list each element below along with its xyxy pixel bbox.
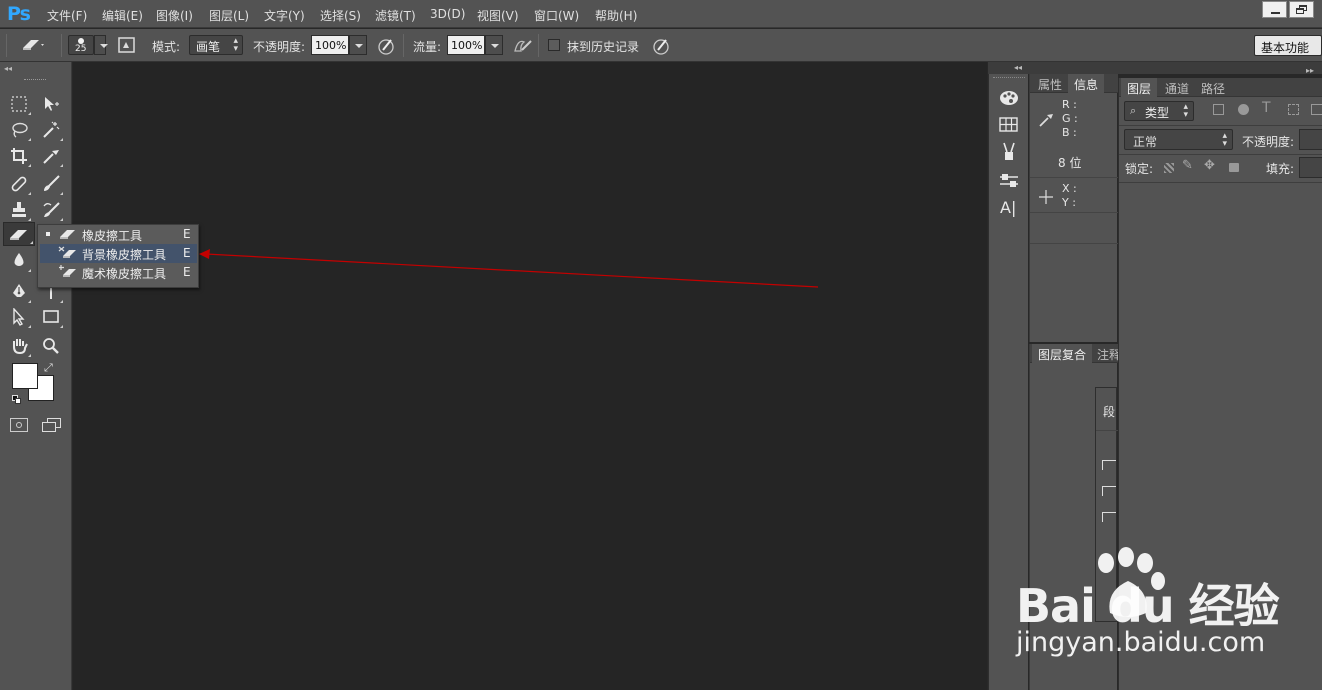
- lock-position-icon[interactable]: ✥: [1204, 158, 1215, 173]
- info-r: R :: [1062, 98, 1077, 111]
- info-bit-depth: 8 位: [1058, 156, 1082, 170]
- divider: [1030, 177, 1118, 178]
- space-before-icon[interactable]: [1102, 512, 1116, 522]
- divider: [1030, 212, 1118, 213]
- divider: [1119, 154, 1322, 155]
- fill-label: 填充:: [1266, 162, 1295, 176]
- filter-smart-object-icon[interactable]: [1311, 104, 1322, 115]
- adjustments-panel-icon[interactable]: [999, 172, 1019, 193]
- updown-arrows-icon: ▴ ▾: [1183, 102, 1188, 120]
- divider: [1119, 125, 1322, 126]
- character-panel-icon[interactable]: A|: [1000, 198, 1016, 217]
- tab-properties[interactable]: 属性: [1032, 74, 1068, 93]
- divider: [1030, 243, 1118, 244]
- tab-layer-comps[interactable]: 图层复合: [1032, 344, 1093, 363]
- indent-first-line-icon[interactable]: [1102, 486, 1116, 496]
- watermark-url: jingyan.baidu.com: [1016, 627, 1266, 658]
- panel-grip: [993, 77, 1025, 78]
- lock-pixels-icon[interactable]: ✎: [1182, 158, 1193, 173]
- updown-arrows-icon: ▴ ▾: [1222, 131, 1227, 149]
- swatches-panel-icon[interactable]: [999, 117, 1019, 136]
- tab-paths[interactable]: 路径: [1195, 78, 1231, 97]
- info-y: Y :: [1062, 196, 1076, 209]
- info-g: G :: [1062, 112, 1078, 125]
- lock-transparent-icon[interactable]: [1164, 163, 1174, 173]
- info-panel: 属性 信息 R : G : B : 8 位 X : Y :: [1029, 74, 1118, 342]
- filter-pixel-icon[interactable]: [1213, 104, 1224, 115]
- layer-opacity-label: 不透明度:: [1242, 135, 1295, 149]
- crosshair-icon: [1038, 189, 1054, 208]
- layer-fill-input[interactable]: [1299, 157, 1322, 178]
- collapse-dock-right-icon[interactable]: ▸▸: [1306, 66, 1314, 75]
- search-icon: ⌕: [1130, 104, 1137, 117]
- tab-layers[interactable]: 图层: [1121, 78, 1158, 97]
- tab-channels[interactable]: 通道: [1159, 78, 1195, 97]
- layer-filter-select[interactable]: ⌕ 类型 ▴ ▾: [1124, 101, 1194, 121]
- indent-left-icon[interactable]: [1102, 460, 1116, 470]
- color-sampler-icon: [1038, 112, 1054, 131]
- collapse-dock-icon[interactable]: ◂◂: [1014, 63, 1022, 72]
- brush-presets-panel-icon[interactable]: [1000, 142, 1018, 165]
- dock-header: [988, 62, 1322, 74]
- info-x: X :: [1062, 182, 1077, 195]
- filter-adjustment-icon[interactable]: [1238, 104, 1249, 115]
- filter-type-icon[interactable]: T: [1262, 100, 1271, 116]
- blend-mode-select[interactable]: 正常 ▴ ▾: [1124, 129, 1233, 150]
- info-b: B :: [1062, 126, 1077, 139]
- color-panel-icon[interactable]: [999, 89, 1019, 110]
- filter-shape-icon[interactable]: [1288, 104, 1299, 115]
- blend-mode-value: 正常: [1133, 135, 1158, 149]
- tab-info[interactable]: 信息: [1068, 74, 1105, 93]
- divider: [1119, 182, 1322, 183]
- divider: [1096, 430, 1118, 431]
- layer-filter-value: 类型: [1145, 106, 1170, 120]
- lock-all-icon[interactable]: [1229, 163, 1239, 172]
- lock-label: 锁定:: [1125, 162, 1154, 176]
- layer-opacity-input[interactable]: [1299, 129, 1322, 150]
- paragraph-panel-title: 段: [1103, 405, 1116, 419]
